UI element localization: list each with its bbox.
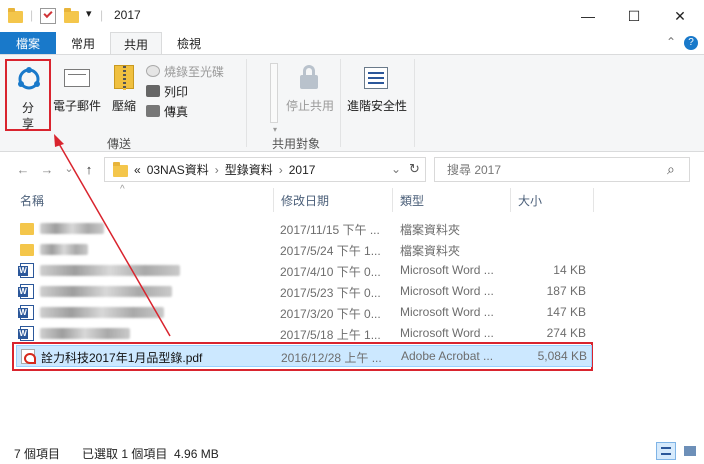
details-view-button[interactable] bbox=[656, 442, 676, 460]
selection-info: 已選取 1 個項目 4.96 MB bbox=[82, 447, 219, 461]
large-icons-view-button[interactable] bbox=[680, 442, 700, 460]
item-count: 7 個項目 bbox=[14, 447, 61, 461]
status-bar: 7 個項目 已選取 1 個項目 4.96 MB bbox=[0, 440, 704, 464]
annotation-arrow bbox=[54, 134, 171, 337]
